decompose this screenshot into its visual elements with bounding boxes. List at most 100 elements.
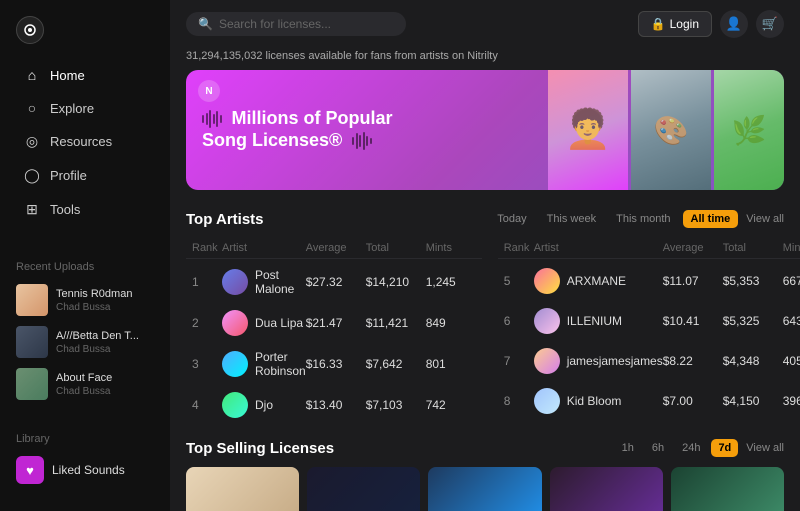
top-artists-view-all[interactable]: View all [746, 213, 784, 225]
time-1h[interactable]: 1h [615, 439, 641, 457]
recent-text-3: About Face Chad Bussa [56, 371, 112, 396]
col-mints: Mints [426, 242, 476, 254]
search-input[interactable] [219, 17, 394, 31]
sidebar-item-label: Tools [50, 202, 80, 217]
license-card-3[interactable] [428, 467, 541, 511]
recent-sub-2: Chad Bussa [56, 344, 139, 355]
liked-sounds-item[interactable]: ♥ Liked Sounds [0, 451, 170, 489]
mints-5: 667 [783, 274, 800, 288]
recent-thumb-1 [16, 284, 48, 316]
licenses-count-text: 31,294,135,032 licenses available for fa… [186, 50, 498, 62]
table-row[interactable]: 8 Kid Bloom $7.00 $4,150 396 [498, 381, 800, 421]
search-box[interactable]: 🔍 [186, 12, 406, 36]
tools-icon: ⊞ [24, 201, 40, 218]
artist-cell-3: Porter Robinson [222, 350, 306, 378]
license-card-1[interactable] [186, 467, 299, 511]
sidebar-item-resources[interactable]: ◎ Resources [8, 125, 162, 158]
artist-name-5: ARXMANE [567, 274, 626, 288]
filter-today[interactable]: Today [489, 210, 534, 228]
rank-7: 7 [504, 354, 534, 368]
table-row[interactable]: 6 ILLENIUM $10.41 $5,325 643 [498, 301, 800, 341]
total-1: $14,210 [366, 275, 426, 289]
mints-4: 742 [426, 398, 476, 412]
avg-4: $13.40 [306, 398, 366, 412]
table-row[interactable]: 7 jamesjamesjames $8.22 $4,348 405 [498, 341, 800, 381]
avatar-5 [534, 268, 560, 294]
table-row[interactable]: 3 Porter Robinson $16.33 $7,642 801 [186, 343, 482, 385]
total-6: $5,325 [723, 314, 783, 328]
time-24h[interactable]: 24h [675, 439, 707, 457]
filter-this-month[interactable]: This month [608, 210, 678, 228]
table-row[interactable]: 4 Djo $13.40 $7,103 742 [186, 385, 482, 425]
top-selling-view-all[interactable]: View all [746, 442, 784, 454]
login-button[interactable]: 🔒 Login [638, 11, 712, 37]
license-cards [170, 467, 800, 511]
table-row[interactable]: 5 ARXMANE $11.07 $5,353 667 [498, 261, 800, 301]
top-selling-title: Top Selling Licenses [186, 440, 334, 457]
recent-item-2[interactable]: A///Betta Den T... Chad Bussa [0, 321, 170, 363]
time-7d[interactable]: 7d [711, 439, 738, 457]
recent-text-2: A///Betta Den T... Chad Bussa [56, 329, 139, 354]
explore-icon: ○ [24, 100, 40, 116]
table-row[interactable]: 1 Post Malone $27.32 $14,210 1,245 [186, 261, 482, 303]
sidebar: ⌂ Home ○ Explore ◎ Resources ◯ Profile ⊞… [0, 0, 170, 511]
sidebar-item-explore[interactable]: ○ Explore [8, 92, 162, 124]
license-card-5[interactable] [671, 467, 784, 511]
liked-sounds-label: Liked Sounds [52, 463, 125, 477]
filter-all-time[interactable]: All time [683, 210, 739, 228]
artist-name-8: Kid Bloom [567, 394, 622, 408]
profile-icon: ◯ [24, 167, 40, 184]
col-total: Total [366, 242, 426, 254]
artist-name-3: Porter Robinson [255, 350, 306, 378]
avg-5: $11.07 [663, 274, 723, 288]
avg-8: $7.00 [663, 394, 723, 408]
artist-name-4: Djo [255, 398, 273, 412]
rank-4: 4 [192, 398, 222, 412]
time-filter-tabs: 1h 6h 24h 7d View all [615, 439, 784, 457]
col-rank: Rank [192, 242, 222, 254]
artists-right-col: Rank Artist Average Total Mints 5 ARXMAN… [498, 238, 800, 425]
time-6h[interactable]: 6h [645, 439, 671, 457]
sidebar-item-tools[interactable]: ⊞ Tools [8, 193, 162, 226]
mints-6: 643 [783, 314, 800, 328]
sidebar-item-home[interactable]: ⌂ Home [8, 59, 162, 91]
table-row[interactable]: 2 Dua Lipa $21.47 $11,421 849 [186, 303, 482, 343]
filter-this-week[interactable]: This week [539, 210, 605, 228]
col-average-r: Average [663, 242, 723, 254]
user-icon-button[interactable]: 👤 [720, 10, 748, 38]
col-artist: Artist [222, 242, 306, 254]
artist-cell-4: Djo [222, 392, 306, 418]
recent-thumb-3 [16, 368, 48, 400]
artists-table: Rank Artist Average Total Mints 1 Post M… [170, 238, 800, 425]
mints-7: 405 [783, 354, 800, 368]
recent-title-2: A///Betta Den T... [56, 329, 139, 343]
licenses-count: 31,294,135,032 licenses available for fa… [170, 48, 800, 70]
license-card-2[interactable] [307, 467, 420, 511]
sidebar-item-label: Resources [50, 134, 112, 149]
rank-6: 6 [504, 314, 534, 328]
col-total-r: Total [723, 242, 783, 254]
total-7: $4,348 [723, 354, 783, 368]
col-average: Average [306, 242, 366, 254]
recent-uploads-title: Recent Uploads [0, 247, 170, 279]
person-icon: 👤 [726, 16, 742, 32]
lock-icon: 🔒 [651, 17, 666, 31]
table-header-right: Rank Artist Average Total Mints [498, 238, 800, 259]
mints-1: 1,245 [426, 275, 476, 289]
avatar-3 [222, 351, 248, 377]
total-3: $7,642 [366, 357, 426, 371]
rank-5: 5 [504, 274, 534, 288]
recent-title-1: Tennis R0dman [56, 287, 132, 301]
recent-item-3[interactable]: About Face Chad Bussa [0, 363, 170, 405]
avg-7: $8.22 [663, 354, 723, 368]
topbar-right: 🔒 Login 👤 🛒 [638, 10, 784, 38]
avatar-2 [222, 310, 248, 336]
hero-banner: N Millions of Popular Song Licenses® [186, 70, 784, 190]
recent-item-1[interactable]: Tennis R0dman Chad Bussa [0, 279, 170, 321]
sidebar-item-profile[interactable]: ◯ Profile [8, 159, 162, 192]
cart-icon-button[interactable]: 🛒 [756, 10, 784, 38]
artists-left-col: Rank Artist Average Total Mints 1 Post M… [186, 238, 482, 425]
artist-name-2: Dua Lipa [255, 316, 303, 330]
license-card-4[interactable] [550, 467, 663, 511]
top-artists-header: Top Artists Today This week This month A… [170, 206, 800, 238]
